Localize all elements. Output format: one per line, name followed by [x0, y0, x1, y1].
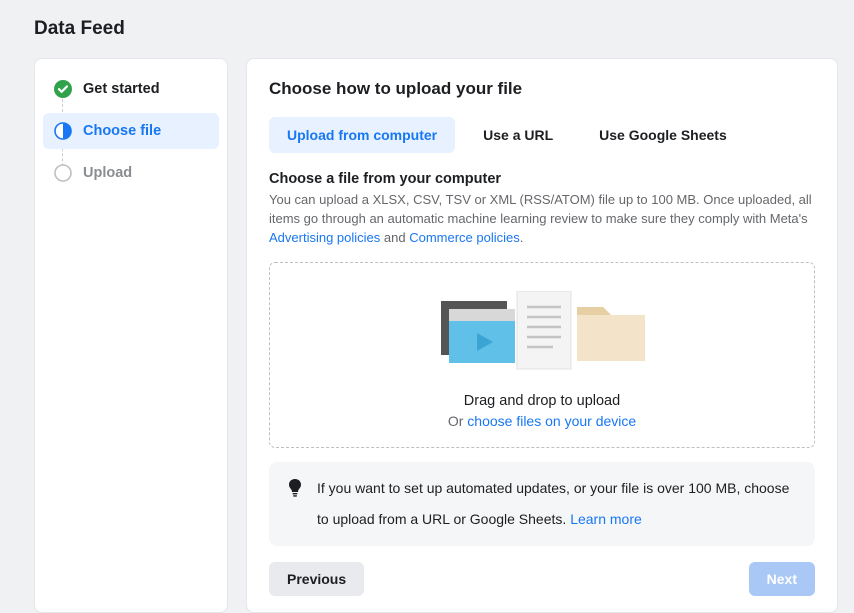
step-label: Upload: [83, 165, 132, 181]
dropzone-illustration: [280, 291, 804, 375]
half-circle-icon: [53, 121, 73, 141]
footer-actions: Previous Next: [269, 562, 815, 596]
empty-circle-icon: [53, 163, 73, 183]
step-choose-file[interactable]: Choose file: [43, 113, 219, 149]
next-button[interactable]: Next: [749, 562, 815, 596]
step-get-started[interactable]: Get started: [43, 71, 219, 107]
lightbulb-icon: [287, 478, 303, 500]
section-description: You can upload a XLSX, CSV, TSV or XML (…: [269, 191, 815, 248]
tip-text: If you want to set up automated updates,…: [317, 480, 789, 527]
tab-upload-from-computer[interactable]: Upload from computer: [269, 117, 455, 153]
advertising-policies-link[interactable]: Advertising policies: [269, 230, 380, 245]
previous-button[interactable]: Previous: [269, 562, 364, 596]
choose-files-link[interactable]: choose files on your device: [467, 413, 636, 429]
step-label: Choose file: [83, 123, 161, 139]
check-circle-icon: [53, 79, 73, 99]
file-dropzone[interactable]: Drag and drop to upload Or choose files …: [269, 262, 815, 448]
tab-use-google-sheets[interactable]: Use Google Sheets: [581, 117, 745, 153]
commerce-policies-link[interactable]: Commerce policies: [409, 230, 520, 245]
dropzone-subtext: Or choose files on your device: [280, 413, 804, 429]
or-text: Or: [448, 413, 467, 429]
step-upload[interactable]: Upload: [43, 155, 219, 191]
desc-text: You can upload a XLSX, CSV, TSV or XML (…: [269, 192, 812, 226]
step-sidebar: Get started Choose file Upload: [34, 58, 228, 613]
tip-box: If you want to set up automated updates,…: [269, 462, 815, 546]
page-title: Data Feed: [34, 18, 840, 40]
desc-text: and: [380, 230, 409, 245]
tab-use-a-url[interactable]: Use a URL: [465, 117, 571, 153]
desc-text: .: [520, 230, 524, 245]
main-title: Choose how to upload your file: [269, 79, 815, 99]
section-title: Choose a file from your computer: [269, 171, 815, 187]
main-panel: Choose how to upload your file Upload fr…: [246, 58, 838, 613]
dropzone-title: Drag and drop to upload: [280, 393, 804, 409]
step-label: Get started: [83, 81, 160, 97]
learn-more-link[interactable]: Learn more: [570, 509, 642, 530]
upload-method-tabs: Upload from computer Use a URL Use Googl…: [269, 117, 815, 153]
